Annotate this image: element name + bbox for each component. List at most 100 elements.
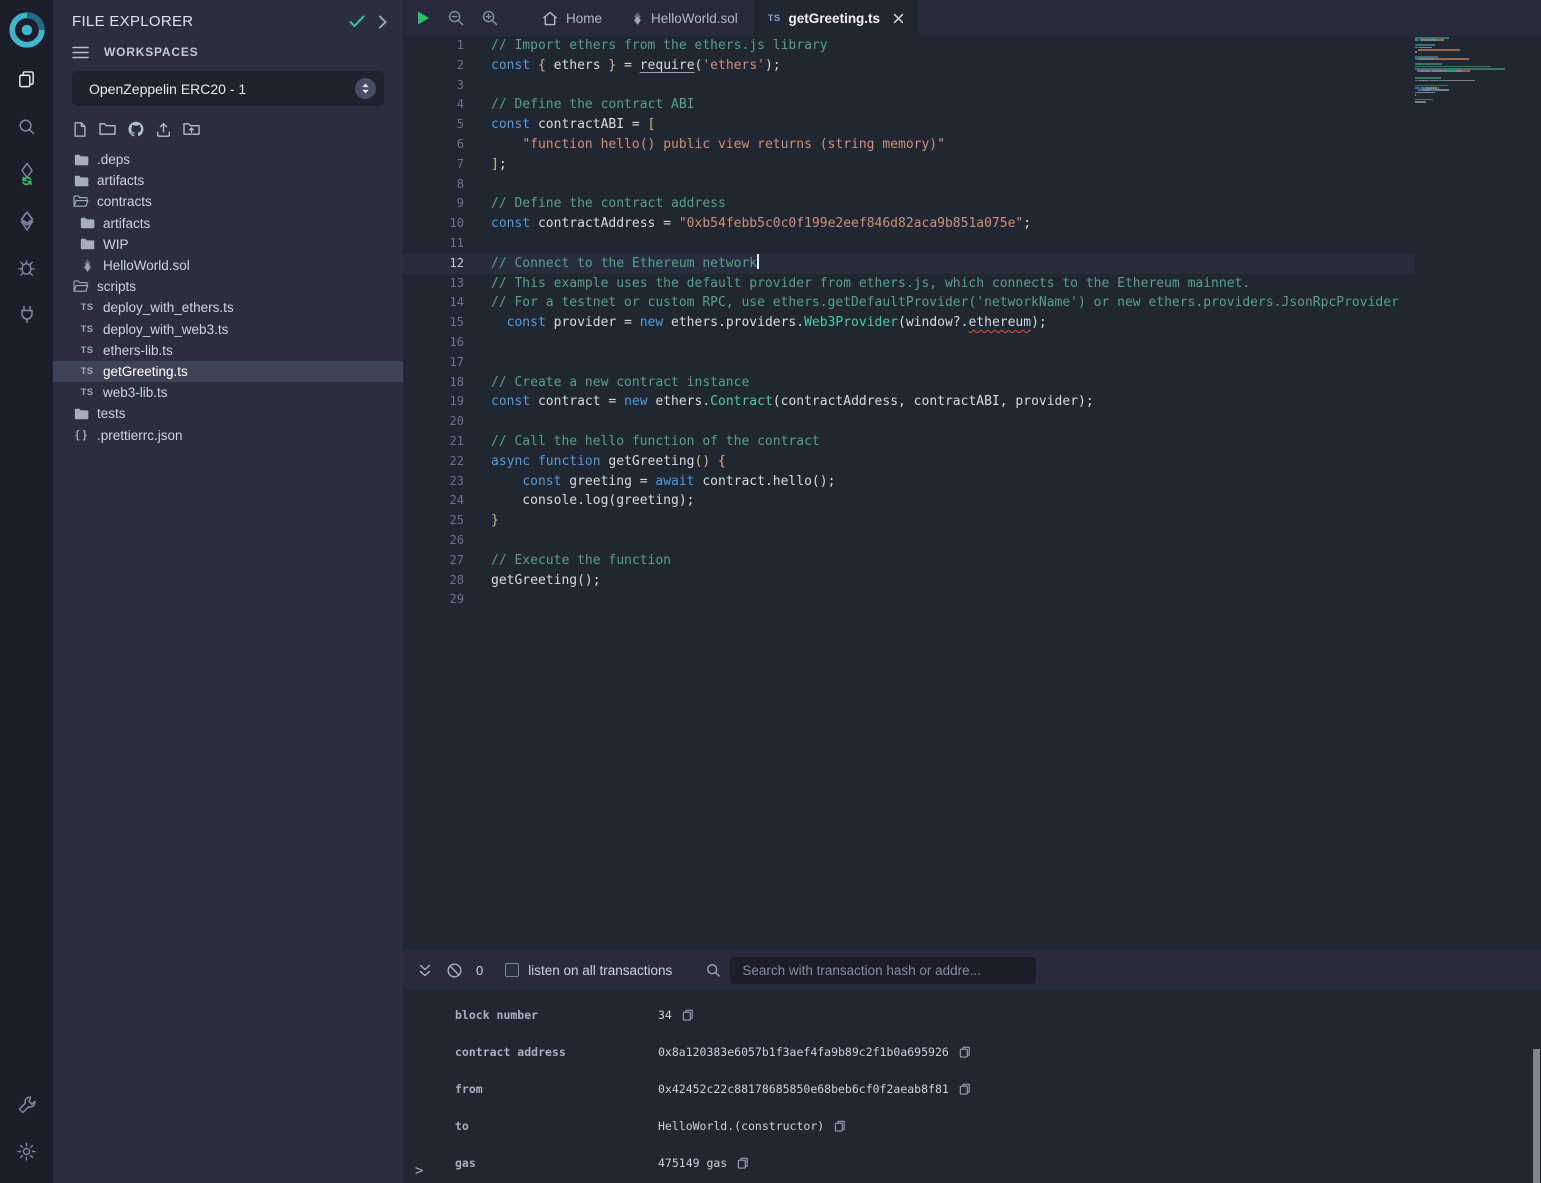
copy-icon[interactable] [736,1156,749,1170]
folder-icon [73,154,89,166]
new-folder-icon[interactable] [98,121,117,137]
remix-logo-icon[interactable] [0,4,53,56]
workspaces-menu-icon[interactable] [72,46,89,59]
terminal-prompt[interactable]: > [415,1163,423,1179]
close-tab-icon[interactable] [893,13,904,24]
collapse-terminal-icon[interactable] [417,963,433,978]
vertical-scrollbar[interactable] [1533,1049,1540,1183]
code-line[interactable]: 19const contract = new ethers.Contract(c… [403,392,1415,412]
debugger-icon[interactable] [0,244,53,291]
run-script-button[interactable] [416,10,431,26]
code-line[interactable]: 14// For a testnet or custom RPC, use et… [403,293,1415,313]
file-tree-item[interactable]: TSdeploy_with_ethers.ts [53,297,403,318]
copy-icon[interactable] [681,1008,694,1022]
minimap[interactable] [1415,37,1532,106]
code-text: // Call the hello function of the contra… [491,432,1415,452]
workspaces-label: WORKSPACES [104,45,198,59]
deploy-run-icon[interactable] [0,197,53,244]
folder-open-icon [73,195,89,208]
code-line[interactable]: 6 "function hello() public view returns … [403,135,1415,155]
file-tree-item[interactable]: contracts [53,191,403,212]
code-line[interactable]: 25} [403,511,1415,531]
zoom-out-icon[interactable] [447,9,465,27]
copy-icon[interactable] [833,1119,846,1133]
file-name: scripts [97,279,136,294]
code-text: ]; [491,155,1415,175]
code-text: "function hello() public view returns (s… [491,135,1415,155]
build-tools-icon[interactable] [0,1081,53,1128]
code-text: async function getGreeting() { [491,452,1415,472]
code-line[interactable]: 26 [403,531,1415,551]
code-line[interactable]: 23 const greeting = await contract.hello… [403,472,1415,492]
code-line[interactable]: 12// Connect to the Ethereum network [403,254,1415,274]
code-line[interactable]: 24 console.log(greeting); [403,491,1415,511]
editor-tab[interactable]: Home [527,0,617,36]
terminal-search-icon [705,962,721,978]
code-line[interactable]: 18// Create a new contract instance [403,373,1415,393]
code-line[interactable]: 13// This example uses the default provi… [403,274,1415,294]
file-tree-item[interactable]: TSgetGreeting.ts [53,361,403,382]
code-text: // This example uses the default provide… [491,274,1415,294]
collapse-panel-chevron-icon[interactable] [378,15,387,29]
sol-icon [79,258,95,273]
upload-file-icon[interactable] [155,121,172,138]
copy-icon[interactable] [958,1045,971,1059]
code-line[interactable]: 7]; [403,155,1415,175]
zoom-in-icon[interactable] [481,9,499,27]
load-folder-icon[interactable] [182,121,201,137]
copy-icon[interactable] [958,1082,971,1096]
editor-tab[interactable]: HelloWorld.sol [617,0,753,36]
search-icon[interactable] [0,103,53,150]
new-file-icon[interactable] [72,121,88,138]
code-line[interactable]: 1// Import ethers from the ethers.js lib… [403,36,1415,56]
file-tree-item[interactable]: { }.prettierrc.json [53,424,403,445]
code-line[interactable]: 3 [403,76,1415,96]
code-line[interactable]: 8 [403,175,1415,195]
code-line[interactable]: 28getGreeting(); [403,571,1415,591]
plugin-manager-icon[interactable] [0,291,53,338]
code-line[interactable]: 11 [403,234,1415,254]
file-tree-item[interactable]: TSethers-lib.ts [53,340,403,361]
file-tree-item[interactable]: HelloWorld.sol [53,255,403,276]
line-number: 6 [403,135,491,155]
accept-check-icon[interactable] [349,15,365,28]
code-line[interactable]: 17 [403,353,1415,373]
code-line[interactable]: 16 [403,333,1415,353]
code-line[interactable]: 5const contractABI = [ [403,115,1415,135]
file-tree-item[interactable]: artifacts [53,170,403,191]
workspace-selector[interactable]: OpenZeppelin ERC20 - 1 [72,71,384,106]
code-line[interactable]: 21// Call the hello function of the cont… [403,432,1415,452]
editor-tab[interactable]: TSgetGreeting.ts [753,0,919,36]
file-tree-item[interactable]: .deps [53,149,403,170]
code-line[interactable]: 4// Define the contract ABI [403,95,1415,115]
clear-console-icon[interactable] [446,962,463,979]
code-editor[interactable]: 1// Import ethers from the ethers.js lib… [403,36,1541,950]
code-line[interactable]: 2const { ethers } = require('ethers'); [403,56,1415,76]
file-tree-item[interactable]: tests [53,403,403,424]
clone-github-icon[interactable] [127,120,145,138]
settings-icon[interactable] [0,1128,53,1175]
explorer-toolbar [53,106,403,144]
transaction-detail-row: contract address0x8a120383e6057b1f3aef4f… [455,1033,1541,1070]
transaction-detail-row: from0x42452c22c88178685850e68beb6cf0f2ae… [455,1070,1541,1107]
code-line[interactable]: 10const contractAddress = "0xb54febb5c0c… [403,214,1415,234]
terminal-search-input[interactable] [730,957,1036,984]
file-tree-item[interactable]: TSweb3-lib.ts [53,382,403,403]
code-line[interactable]: 27// Execute the function [403,551,1415,571]
file-tree-item[interactable]: TSdeploy_with_web3.ts [53,319,403,340]
code-line[interactable]: 29 [403,590,1415,610]
file-name: contracts [97,194,152,209]
file-tree-item[interactable]: WIP [53,234,403,255]
solidity-compiler-icon[interactable] [0,150,53,197]
line-number: 4 [403,95,491,115]
code-line[interactable]: 20 [403,412,1415,432]
code-line[interactable]: 22async function getGreeting() { [403,452,1415,472]
code-line[interactable]: 15 const provider = new ethers.providers… [403,313,1415,333]
line-number: 11 [403,234,491,254]
file-explorer-icon[interactable] [0,56,53,103]
listen-transactions-checkbox[interactable] [505,963,519,977]
file-tree-item[interactable]: artifacts [53,213,403,234]
code-text [491,590,1415,610]
code-line[interactable]: 9// Define the contract address [403,194,1415,214]
file-tree-item[interactable]: scripts [53,276,403,297]
